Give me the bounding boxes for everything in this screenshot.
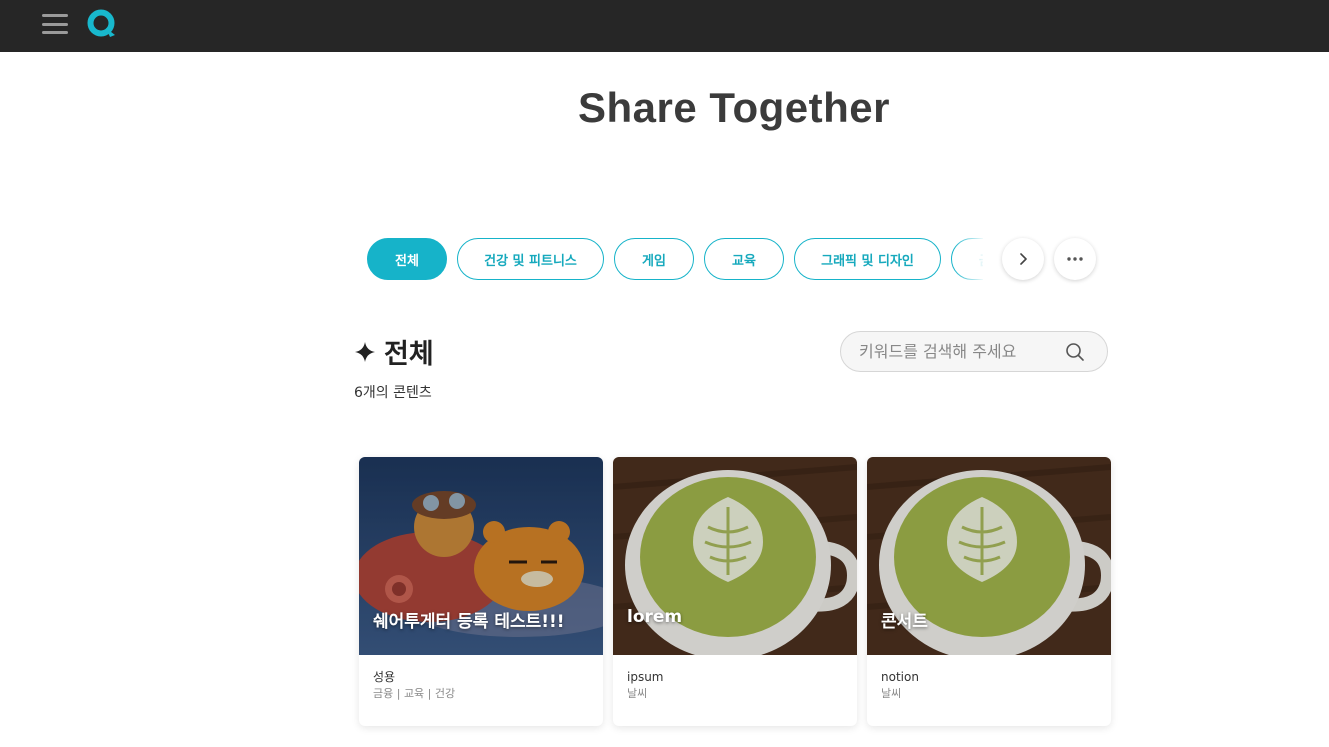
category-chip-education[interactable]: 교육 xyxy=(704,238,784,280)
page-title: Share Together xyxy=(578,84,890,131)
more-horizontal-icon xyxy=(1067,257,1083,261)
chevron-right-icon xyxy=(1020,253,1027,265)
content-card[interactable]: 콘서트 notion 날씨 xyxy=(867,457,1111,726)
content-card[interactable]: lorem ipsum 날씨 xyxy=(613,457,857,726)
top-navigation-bar xyxy=(0,0,1329,52)
card-title: lorem xyxy=(627,607,683,627)
section-heading: 전체 xyxy=(354,332,434,371)
category-fade-overlay xyxy=(953,238,993,280)
category-chip-all[interactable]: 전체 xyxy=(367,238,447,280)
card-info: ipsum 날씨 xyxy=(613,655,857,701)
search-icon[interactable] xyxy=(1065,342,1085,362)
search-box xyxy=(840,331,1108,372)
card-tags: 금융 | 교육 | 건강 xyxy=(373,687,456,700)
card-tags: 날씨 xyxy=(881,687,902,700)
category-tabs: 전체 건강 및 피트니스 게임 교육 그래픽 및 디자인 금융 xyxy=(367,238,983,280)
card-thumbnail: lorem xyxy=(613,457,857,655)
card-author: notion xyxy=(881,670,919,684)
content-card[interactable]: 쉐어투게터 등록 테스트!!! 성용 금융 | 교육 | 건강 xyxy=(359,457,603,726)
content-count: 6개의 콘텐츠 xyxy=(354,385,432,401)
sparkle-icon xyxy=(355,341,375,362)
card-info: notion 날씨 xyxy=(867,655,1111,701)
category-more-button[interactable] xyxy=(1054,238,1096,280)
category-chip-graphic-design[interactable]: 그래픽 및 디자인 xyxy=(794,238,941,280)
card-info: 성용 금융 | 교육 | 건강 xyxy=(359,655,603,701)
card-author: ipsum xyxy=(627,670,664,684)
card-author: 성용 xyxy=(373,670,396,684)
hamburger-menu-icon[interactable] xyxy=(40,11,70,37)
card-title: 콘서트 xyxy=(881,612,928,632)
category-chip-game[interactable]: 게임 xyxy=(614,238,694,280)
content-card-list: 쉐어투게터 등록 테스트!!! 성용 금융 | 교육 | 건강 lorem ip… xyxy=(359,457,1111,726)
category-next-button[interactable] xyxy=(1002,238,1044,280)
search-input[interactable] xyxy=(859,342,1049,361)
card-title: 쉐어투게터 등록 테스트!!! xyxy=(373,612,565,632)
card-thumbnail: 쉐어투게터 등록 테스트!!! xyxy=(359,457,603,655)
card-thumbnail: 콘서트 xyxy=(867,457,1111,655)
category-chip-health-fitness[interactable]: 건강 및 피트니스 xyxy=(457,238,604,280)
section-title: 전체 xyxy=(384,339,434,370)
card-tags: 날씨 xyxy=(627,687,648,700)
q-logo-icon[interactable] xyxy=(86,9,118,39)
